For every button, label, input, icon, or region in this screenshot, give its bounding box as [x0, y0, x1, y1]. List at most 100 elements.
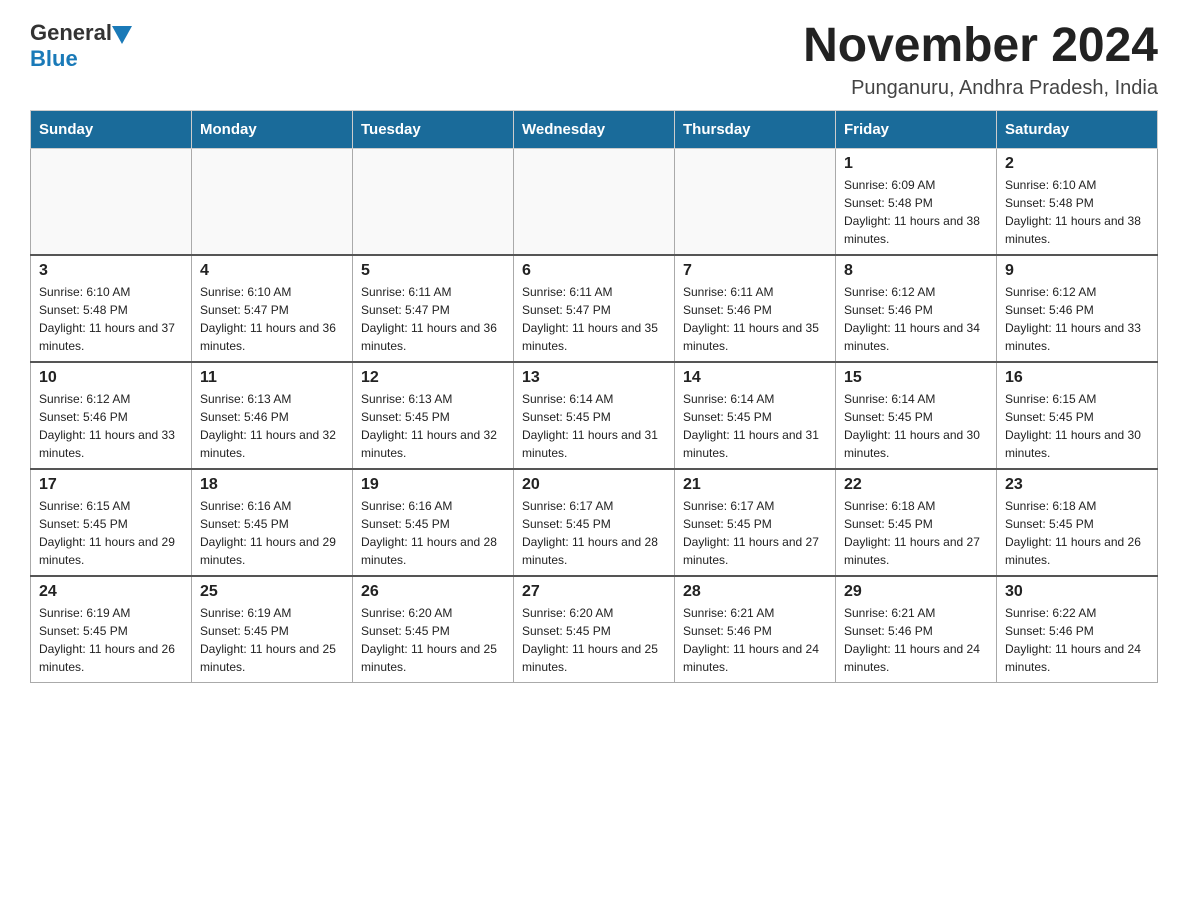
day-info: Sunrise: 6:17 AM Sunset: 5:45 PM Dayligh… — [522, 497, 666, 569]
day-number: 15 — [844, 369, 988, 387]
day-info: Sunrise: 6:12 AM Sunset: 5:46 PM Dayligh… — [844, 283, 988, 355]
day-info: Sunrise: 6:14 AM Sunset: 5:45 PM Dayligh… — [522, 390, 666, 462]
day-info: Sunrise: 6:14 AM Sunset: 5:45 PM Dayligh… — [844, 390, 988, 462]
calendar-cell: 9Sunrise: 6:12 AM Sunset: 5:46 PM Daylig… — [997, 255, 1158, 362]
calendar-cell: 13 Sunrise: 6:14 AM Sunset: 5:45 PM Dayli… — [514, 362, 675, 469]
day-info: Sunrise: 6:11 AM Sunset: 5:47 PM Dayligh… — [361, 283, 505, 355]
day-number: 14 — [683, 369, 827, 387]
day-info: Sunrise: 6:14 AM Sunset: 5:45 PM Dayligh… — [683, 390, 827, 462]
calendar-cell: 7Sunrise: 6:11 AM Sunset: 5:46 PM Daylig… — [675, 255, 836, 362]
calendar-table: SundayMondayTuesdayWednesdayThursdayFrid… — [30, 110, 1158, 683]
calendar-header-friday: Friday — [836, 110, 997, 148]
logo-blue-text: Blue — [30, 46, 132, 72]
calendar-cell: 14 Sunrise: 6:14 AM Sunset: 5:45 PM Dayli… — [675, 362, 836, 469]
calendar-week-row: 10Sunrise: 6:12 AM Sunset: 5:46 PM Dayli… — [31, 362, 1158, 469]
calendar-header-sunday: Sunday — [31, 110, 192, 148]
calendar-cell: 8 Sunrise: 6:12 AM Sunset: 5:46 PM Daylig… — [836, 255, 997, 362]
day-info: Sunrise: 6:10 AM Sunset: 5:48 PM Dayligh… — [1005, 176, 1149, 248]
calendar-cell: 2 Sunrise: 6:10 AM Sunset: 5:48 PM Daylig… — [997, 148, 1158, 255]
day-info: Sunrise: 6:10 AM Sunset: 5:47 PM Dayligh… — [200, 283, 344, 355]
calendar-cell: 22 Sunrise: 6:18 AM Sunset: 5:45 PM Dayli… — [836, 469, 997, 576]
title-area: November 2024 Punganuru, Andhra Pradesh,… — [803, 20, 1158, 100]
calendar-header-monday: Monday — [192, 110, 353, 148]
day-number: 28 — [683, 583, 827, 601]
day-info: Sunrise: 6:11 AM Sunset: 5:46 PM Dayligh… — [683, 283, 827, 355]
day-number: 3 — [39, 262, 183, 280]
day-number: 22 — [844, 476, 988, 494]
calendar-week-row: 1 Sunrise: 6:09 AM Sunset: 5:48 PM Daylig… — [31, 148, 1158, 255]
calendar-cell: 1 Sunrise: 6:09 AM Sunset: 5:48 PM Daylig… — [836, 148, 997, 255]
month-title: November 2024 — [803, 20, 1158, 73]
day-number: 8 — [844, 262, 988, 280]
calendar-cell: 17 Sunrise: 6:15 AM Sunset: 5:45 PM Dayli… — [31, 469, 192, 576]
day-number: 19 — [361, 476, 505, 494]
calendar-week-row: 3 Sunrise: 6:10 AM Sunset: 5:48 PM Daylig… — [31, 255, 1158, 362]
day-info: Sunrise: 6:12 AM Sunset: 5:46 PM Dayligh… — [1005, 283, 1149, 355]
calendar-cell: 28 Sunrise: 6:21 AM Sunset: 5:46 PM Dayli… — [675, 576, 836, 683]
day-info: Sunrise: 6:19 AM Sunset: 5:45 PM Dayligh… — [39, 604, 183, 676]
day-number: 26 — [361, 583, 505, 601]
calendar-week-row: 24 Sunrise: 6:19 AM Sunset: 5:45 PM Dayli… — [31, 576, 1158, 683]
day-number: 1 — [844, 155, 988, 173]
calendar-cell: 6 Sunrise: 6:11 AM Sunset: 5:47 PM Daylig… — [514, 255, 675, 362]
calendar-cell: 4 Sunrise: 6:10 AM Sunset: 5:47 PM Daylig… — [192, 255, 353, 362]
day-info: Sunrise: 6:13 AM Sunset: 5:45 PM Dayligh… — [361, 390, 505, 462]
day-number: 2 — [1005, 155, 1149, 173]
logo: General Blue — [30, 20, 132, 72]
day-number: 16 — [1005, 369, 1149, 387]
logo-general-text: General — [30, 20, 112, 46]
day-info: Sunrise: 6:12 AM Sunset: 5:46 PM Dayligh… — [39, 390, 183, 462]
calendar-cell: 18Sunrise: 6:16 AM Sunset: 5:45 PM Dayli… — [192, 469, 353, 576]
calendar-cell: 3 Sunrise: 6:10 AM Sunset: 5:48 PM Daylig… — [31, 255, 192, 362]
header: General Blue November 2024 Punganuru, An… — [30, 20, 1158, 100]
day-number: 11 — [200, 369, 344, 387]
day-number: 24 — [39, 583, 183, 601]
calendar-header-row: SundayMondayTuesdayWednesdayThursdayFrid… — [31, 110, 1158, 148]
calendar-cell — [192, 148, 353, 255]
calendar-cell: 21Sunrise: 6:17 AM Sunset: 5:45 PM Dayli… — [675, 469, 836, 576]
calendar-header-tuesday: Tuesday — [353, 110, 514, 148]
day-number: 30 — [1005, 583, 1149, 601]
day-info: Sunrise: 6:19 AM Sunset: 5:45 PM Dayligh… — [200, 604, 344, 676]
day-number: 27 — [522, 583, 666, 601]
day-info: Sunrise: 6:21 AM Sunset: 5:46 PM Dayligh… — [683, 604, 827, 676]
day-number: 20 — [522, 476, 666, 494]
logo-triangle-icon — [112, 26, 132, 44]
calendar-cell: 10Sunrise: 6:12 AM Sunset: 5:46 PM Dayli… — [31, 362, 192, 469]
day-number: 25 — [200, 583, 344, 601]
day-info: Sunrise: 6:18 AM Sunset: 5:45 PM Dayligh… — [1005, 497, 1149, 569]
day-number: 6 — [522, 262, 666, 280]
calendar-cell: 30Sunrise: 6:22 AM Sunset: 5:46 PM Dayli… — [997, 576, 1158, 683]
calendar-header-saturday: Saturday — [997, 110, 1158, 148]
calendar-cell: 11 Sunrise: 6:13 AM Sunset: 5:46 PM Dayli… — [192, 362, 353, 469]
calendar-cell: 24 Sunrise: 6:19 AM Sunset: 5:45 PM Dayli… — [31, 576, 192, 683]
day-number: 5 — [361, 262, 505, 280]
calendar-cell — [353, 148, 514, 255]
calendar-cell: 5 Sunrise: 6:11 AM Sunset: 5:47 PM Daylig… — [353, 255, 514, 362]
day-info: Sunrise: 6:20 AM Sunset: 5:45 PM Dayligh… — [522, 604, 666, 676]
day-number: 17 — [39, 476, 183, 494]
day-number: 4 — [200, 262, 344, 280]
calendar-cell — [31, 148, 192, 255]
day-number: 13 — [522, 369, 666, 387]
location-title: Punganuru, Andhra Pradesh, India — [803, 77, 1158, 100]
day-info: Sunrise: 6:11 AM Sunset: 5:47 PM Dayligh… — [522, 283, 666, 355]
day-info: Sunrise: 6:09 AM Sunset: 5:48 PM Dayligh… — [844, 176, 988, 248]
calendar-header-wednesday: Wednesday — [514, 110, 675, 148]
calendar-cell: 20 Sunrise: 6:17 AM Sunset: 5:45 PM Dayli… — [514, 469, 675, 576]
calendar-cell: 15 Sunrise: 6:14 AM Sunset: 5:45 PM Dayli… — [836, 362, 997, 469]
day-info: Sunrise: 6:13 AM Sunset: 5:46 PM Dayligh… — [200, 390, 344, 462]
calendar-cell: 16 Sunrise: 6:15 AM Sunset: 5:45 PM Dayli… — [997, 362, 1158, 469]
day-number: 12 — [361, 369, 505, 387]
calendar-cell: 27 Sunrise: 6:20 AM Sunset: 5:45 PM Dayli… — [514, 576, 675, 683]
day-number: 18 — [200, 476, 344, 494]
day-info: Sunrise: 6:10 AM Sunset: 5:48 PM Dayligh… — [39, 283, 183, 355]
day-info: Sunrise: 6:20 AM Sunset: 5:45 PM Dayligh… — [361, 604, 505, 676]
calendar-cell: 25 Sunrise: 6:19 AM Sunset: 5:45 PM Dayli… — [192, 576, 353, 683]
calendar-header-thursday: Thursday — [675, 110, 836, 148]
day-info: Sunrise: 6:15 AM Sunset: 5:45 PM Dayligh… — [39, 497, 183, 569]
day-info: Sunrise: 6:16 AM Sunset: 5:45 PM Dayligh… — [361, 497, 505, 569]
day-number: 29 — [844, 583, 988, 601]
day-info: Sunrise: 6:18 AM Sunset: 5:45 PM Dayligh… — [844, 497, 988, 569]
day-info: Sunrise: 6:15 AM Sunset: 5:45 PM Dayligh… — [1005, 390, 1149, 462]
